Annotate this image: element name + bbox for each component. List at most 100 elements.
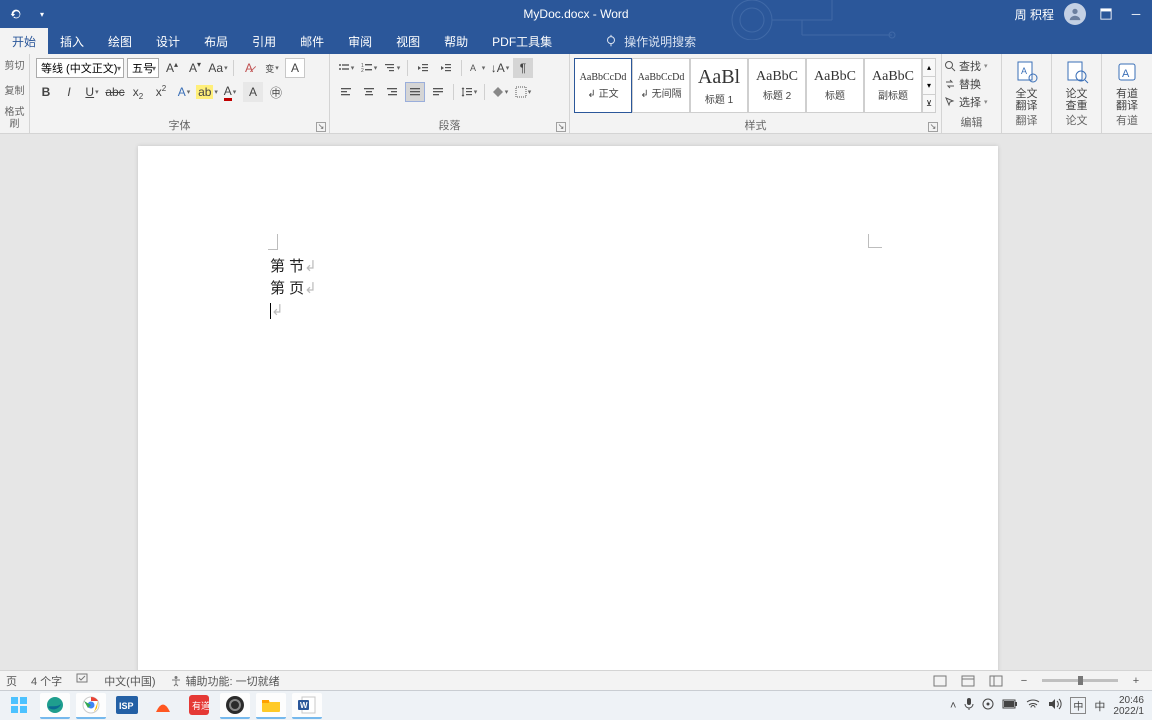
tray-location-icon[interactable] xyxy=(982,698,994,713)
status-page[interactable]: 页 xyxy=(6,673,17,689)
zoom-slider[interactable] xyxy=(1042,679,1118,682)
status-accessibility[interactable]: 辅助功能: 一切就绪 xyxy=(170,673,280,689)
shading-button[interactable] xyxy=(490,82,510,102)
autosave-toggle[interactable] xyxy=(6,4,26,24)
shrink-font-button[interactable]: A▾ xyxy=(185,58,205,78)
styles-expand[interactable]: ⊻ xyxy=(923,95,935,112)
superscript-button[interactable]: x2 xyxy=(151,82,171,102)
start-button[interactable] xyxy=(4,693,34,719)
tab-view[interactable]: 视图 xyxy=(384,28,432,54)
underline-button[interactable]: U xyxy=(82,82,102,102)
text-effects-button[interactable]: A xyxy=(174,82,194,102)
format-painter-button[interactable]: 格式刷 xyxy=(0,105,29,133)
taskbar-youdao[interactable]: 有道 xyxy=(184,693,214,719)
borders-button[interactable] xyxy=(513,82,533,102)
grow-font-button[interactable]: A▴ xyxy=(162,58,182,78)
taskbar-obs[interactable] xyxy=(220,693,250,719)
font-color-button[interactable]: A xyxy=(220,82,240,102)
paragraph-dialog-launcher[interactable]: ↘ xyxy=(556,122,566,132)
tab-help[interactable]: 帮助 xyxy=(432,28,480,54)
ribbon-display-options[interactable] xyxy=(1096,4,1116,24)
phonetic-guide-button[interactable]: 变 xyxy=(262,58,282,78)
tab-draw[interactable]: 绘图 xyxy=(96,28,144,54)
tray-ime-indicator[interactable]: 中 xyxy=(1070,697,1086,714)
distribute-button[interactable] xyxy=(428,82,448,102)
multilevel-list-button[interactable] xyxy=(382,58,402,78)
zoom-in-button[interactable]: + xyxy=(1126,673,1146,689)
style-heading2[interactable]: AaBbC标题 2 xyxy=(748,58,806,113)
focus-mode-button[interactable] xyxy=(930,673,950,689)
tell-me-search[interactable]: 操作说明搜索 xyxy=(594,28,706,54)
user-avatar[interactable] xyxy=(1064,3,1086,25)
tab-insert[interactable]: 插入 xyxy=(48,28,96,54)
styles-scroll-up[interactable]: ▴ xyxy=(923,59,935,77)
strikethrough-button[interactable]: abc xyxy=(105,82,125,102)
bullets-button[interactable] xyxy=(336,58,356,78)
tray-volume-icon[interactable] xyxy=(1048,698,1062,713)
increase-indent-button[interactable] xyxy=(436,58,456,78)
decrease-indent-button[interactable] xyxy=(413,58,433,78)
font-size-combo[interactable]: 五号▾ xyxy=(127,58,159,78)
subscript-button[interactable]: x2 xyxy=(128,82,148,102)
taskbar-edge[interactable] xyxy=(40,693,70,719)
tray-mic-icon[interactable] xyxy=(964,697,974,714)
taskbar-app-orange[interactable] xyxy=(148,693,178,719)
style-heading1[interactable]: AaBl标题 1 xyxy=(690,58,748,113)
style-normal[interactable]: AaBbCcDd↲ 正文 xyxy=(574,58,632,113)
style-title[interactable]: AaBbC标题 xyxy=(806,58,864,113)
qat-dropdown[interactable]: ▾ xyxy=(32,4,52,24)
tab-references[interactable]: 引用 xyxy=(240,28,288,54)
tray-battery-icon[interactable] xyxy=(1002,699,1018,712)
tab-mailings[interactable]: 邮件 xyxy=(288,28,336,54)
find-button[interactable]: 查找▾ xyxy=(944,58,999,74)
style-subtitle[interactable]: AaBbC副标题 xyxy=(864,58,922,113)
copy-button[interactable]: 复制 xyxy=(0,80,29,106)
tray-wifi-icon[interactable] xyxy=(1026,698,1040,713)
status-language[interactable]: 中文(中国) xyxy=(104,673,155,689)
cut-button[interactable]: 剪切 xyxy=(0,54,29,80)
asian-layout-button[interactable]: A xyxy=(467,58,487,78)
styles-scroll-down[interactable]: ▾ xyxy=(923,77,935,95)
document-area[interactable]: 第 节↲ 第 页↲ ↲ xyxy=(0,134,1152,690)
print-layout-button[interactable] xyxy=(958,673,978,689)
clear-formatting-button[interactable]: A̷ xyxy=(239,58,259,78)
select-button[interactable]: 选择▾ xyxy=(944,94,999,110)
full-translate-button[interactable]: A 全文 翻译 xyxy=(1002,54,1051,112)
taskbar-chrome[interactable] xyxy=(76,693,106,719)
tab-pdf-tools[interactable]: PDF工具集 xyxy=(480,28,564,54)
thesis-check-button[interactable]: 论文 查重 xyxy=(1052,54,1101,112)
youdao-button[interactable]: A 有道 翻译 xyxy=(1102,54,1152,112)
change-case-button[interactable]: Aa xyxy=(208,58,228,78)
italic-button[interactable]: I xyxy=(59,82,79,102)
tray-ime-lang[interactable]: 中 xyxy=(1094,698,1105,714)
align-left-button[interactable] xyxy=(336,82,356,102)
web-layout-button[interactable] xyxy=(986,673,1006,689)
bold-button[interactable]: B xyxy=(36,82,56,102)
enclose-characters-button[interactable]: ㊥ xyxy=(266,82,286,102)
minimize-button[interactable]: ─ xyxy=(1126,4,1146,24)
align-center-button[interactable] xyxy=(359,82,379,102)
highlight-button[interactable]: ab xyxy=(197,82,217,102)
status-word-count[interactable]: 4 个字 xyxy=(31,673,62,689)
body-text[interactable]: 第 节↲ 第 页↲ ↲ xyxy=(270,256,317,322)
font-dialog-launcher[interactable]: ↘ xyxy=(316,122,326,132)
status-spellcheck-icon[interactable] xyxy=(76,673,90,688)
justify-button[interactable] xyxy=(405,82,425,102)
zoom-out-button[interactable]: − xyxy=(1014,673,1034,689)
character-border-button[interactable]: A xyxy=(285,58,305,78)
user-name[interactable]: 周 积程 xyxy=(1015,6,1054,23)
tab-design[interactable]: 设计 xyxy=(144,28,192,54)
page[interactable]: 第 节↲ 第 页↲ ↲ xyxy=(138,146,998,686)
replace-button[interactable]: 替换 xyxy=(944,76,999,92)
taskbar-word[interactable]: W xyxy=(292,693,322,719)
sort-button[interactable]: ↓A xyxy=(490,58,510,78)
tray-overflow-icon[interactable]: ˄ xyxy=(950,700,956,712)
styles-dialog-launcher[interactable]: ↘ xyxy=(928,122,938,132)
show-marks-button[interactable]: ¶ xyxy=(513,58,533,78)
tab-layout[interactable]: 布局 xyxy=(192,28,240,54)
line-spacing-button[interactable] xyxy=(459,82,479,102)
taskbar-isp[interactable]: ISP xyxy=(112,693,142,719)
style-no-spacing[interactable]: AaBbCcDd↲ 无间隔 xyxy=(632,58,690,113)
numbering-button[interactable]: 12 xyxy=(359,58,379,78)
tray-clock[interactable]: 20:46 2022/1 xyxy=(1113,695,1144,717)
